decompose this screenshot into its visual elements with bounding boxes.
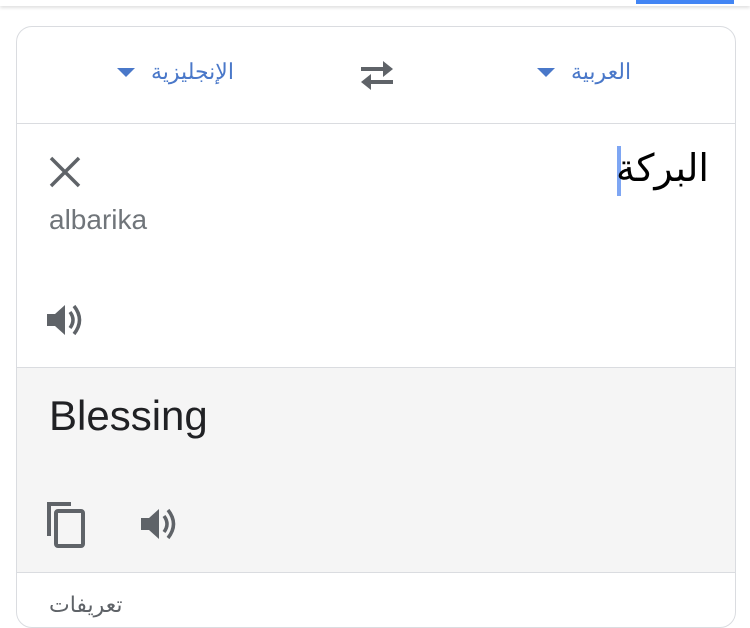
translation-output-area: Blessing [17,368,735,573]
source-text[interactable]: البركة [616,146,709,190]
source-language-selector[interactable]: العربية [537,59,631,85]
swap-arrows-icon[interactable] [355,57,399,93]
top-app-bar [0,0,750,6]
language-bar: الإنجليزية العربية [17,27,735,124]
chevron-down-icon [117,67,135,77]
source-input-area[interactable]: البركة albarika [17,124,735,368]
speaker-icon[interactable] [43,298,87,342]
definitions-label: تعريفات [49,593,123,618]
translation-text: Blessing [49,392,208,439]
translate-card: الإنجليزية العربية البركة albarika Bless… [16,26,736,628]
target-language-label: الإنجليزية [151,59,234,84]
chevron-down-icon [537,67,555,77]
target-language-selector[interactable]: الإنجليزية [117,59,234,85]
copy-icon[interactable] [41,498,89,550]
close-icon[interactable] [45,152,85,192]
source-language-label: العربية [571,59,632,84]
speaker-icon[interactable] [137,502,181,546]
transliteration-text: albarika [49,204,148,235]
active-tab-indicator [636,0,734,4]
